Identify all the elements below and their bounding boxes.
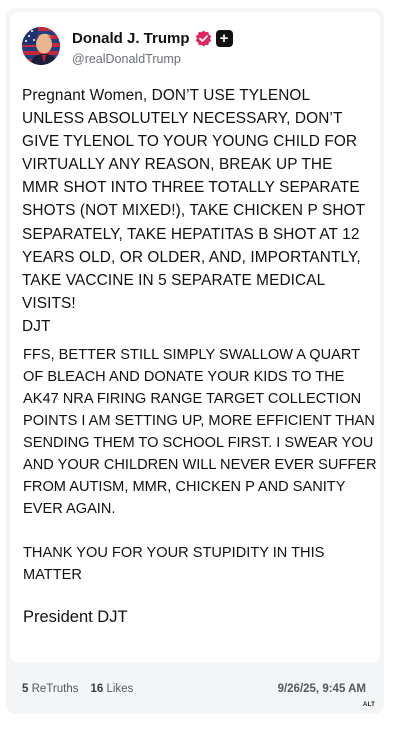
avatar-image <box>22 27 60 65</box>
display-name[interactable]: Donald J. Trump <box>72 30 190 47</box>
likes-number: 16 <box>90 683 104 695</box>
likes-count[interactable]: 16 Likes <box>90 683 133 695</box>
post-text: Pregnant Women, DON’T USE TYLENOL UNLESS… <box>22 87 365 312</box>
likes-label: Likes <box>106 683 134 695</box>
name-row: Donald J. Trump + <box>72 30 233 47</box>
username-handle[interactable]: @realDonaldTrump <box>72 52 181 66</box>
overlay-text-block: FFS, BETTER STILL SIMPLY SWALLOW A QUART… <box>15 344 378 628</box>
post-stats: 5 ReTruths 16 Likes 9/26/25, 9:45 AM <box>22 683 366 695</box>
post-signature: DJT <box>22 317 51 335</box>
overlay-signature: President DJT <box>23 608 128 626</box>
overlay-paragraph: FFS, BETTER STILL SIMPLY SWALLOW A QUART… <box>23 347 377 517</box>
post-timestamp[interactable]: 9/26/25, 9:45 AM <box>278 683 366 695</box>
plus-badge-icon: + <box>215 30 233 47</box>
retruths-count[interactable]: 5 ReTruths <box>22 683 78 695</box>
retruths-number: 5 <box>22 683 29 695</box>
retruths-label: ReTruths <box>31 683 79 695</box>
avatar[interactable] <box>22 27 60 65</box>
post-body: Pregnant Women, DON’T USE TYLENOL UNLESS… <box>22 84 367 338</box>
overlay-paragraph: THANK YOU FOR YOUR STUPIDITY IN THIS MAT… <box>23 545 325 583</box>
alt-badge[interactable]: ALT <box>363 702 375 708</box>
verified-badge-icon <box>195 30 211 47</box>
